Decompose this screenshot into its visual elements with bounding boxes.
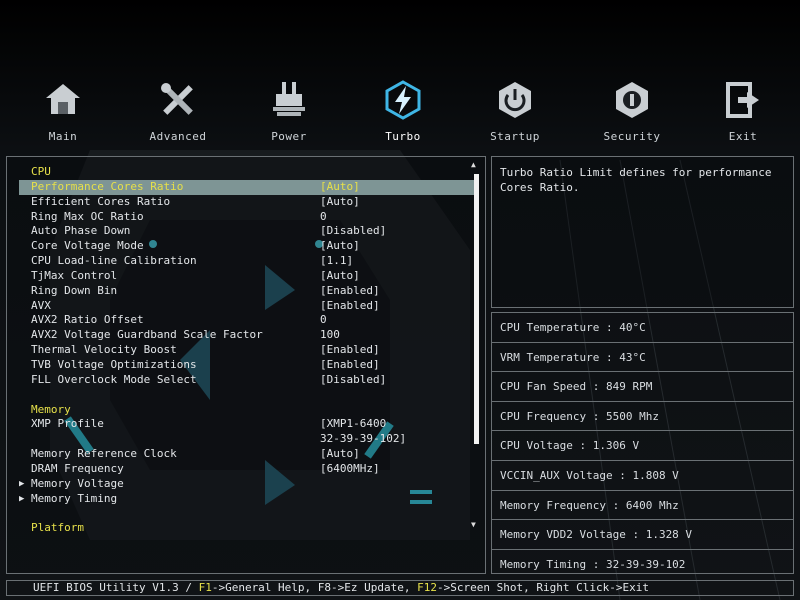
nav-tab-label: Advanced: [149, 130, 207, 143]
setting-cpu-load-line-calibration[interactable]: CPU Load-line Calibration [1.1]: [19, 254, 479, 269]
hw-cpu-temperature: CPU Temperature : 40°C: [492, 313, 793, 343]
setting-xmp-profile[interactable]: XMP Profile [XMP1-6400: [19, 417, 479, 432]
home-icon: [46, 84, 80, 114]
setting-ring-max-oc-ratio[interactable]: Ring Max OC Ratio 0: [19, 210, 479, 225]
hw-memory-vdd2-voltage: Memory VDD2 Voltage : 1.328 V: [492, 520, 793, 550]
nav-tab-label: Exit: [728, 130, 758, 143]
setting-performance-cores-ratio[interactable]: Performance Cores Ratio [Auto]: [19, 179, 479, 195]
submenu-arrow-icon: ▶: [19, 493, 25, 504]
setting-tjmax-control[interactable]: TjMax Control [Auto]: [19, 269, 479, 284]
submenu-arrow-icon: ▶: [19, 478, 25, 489]
help-panel: Turbo Ratio Limit defines for performanc…: [491, 156, 794, 308]
nav-tab-label: Power: [271, 130, 307, 143]
setting-auto-phase-down[interactable]: Auto Phase Down [Disabled]: [19, 224, 479, 239]
setting-ring-down-bin[interactable]: Ring Down Bin [Enabled]: [19, 284, 479, 299]
setting-avx[interactable]: AVX [Enabled]: [19, 299, 479, 314]
nav-tab-advanced[interactable]: Advanced: [128, 78, 228, 148]
scroll-up-arrow-icon[interactable]: ▲: [471, 160, 476, 169]
blank-row: [19, 506, 479, 521]
hardware-monitor-panel: CPU Temperature : 40°C VRM Temperature :…: [491, 312, 794, 574]
status-f12-text: ->Screen Shot, Right Click->Exit: [437, 581, 649, 594]
scroll-down-arrow-icon[interactable]: ▼: [471, 520, 476, 529]
section-header-cpu: CPU: [31, 165, 51, 178]
nav-tab-power[interactable]: Power: [239, 78, 339, 148]
setting-avx2-ratio-offset[interactable]: AVX2 Ratio Offset 0: [19, 313, 479, 328]
nav-tab-exit[interactable]: Exit: [693, 78, 793, 148]
startup-icon: [499, 82, 531, 118]
help-text: Turbo Ratio Limit defines for performanc…: [500, 166, 772, 194]
setting-fll-overclock-mode[interactable]: FLL Overclock Mode Select [Disabled]: [19, 373, 479, 388]
status-prefix: UEFI BIOS Utility V1.3 /: [33, 581, 199, 594]
status-f1-text: ->General Help, F8->Ez Update,: [211, 581, 418, 594]
setting-memory-reference-clock[interactable]: Memory Reference Clock [Auto]: [19, 447, 479, 462]
blank-row: [19, 388, 479, 403]
nav-tab-security[interactable]: Security: [582, 78, 682, 148]
top-nav: Main Advanced Power Turbo Startup Securi…: [0, 78, 800, 150]
hw-vrm-temperature: VRM Temperature : 43°C: [492, 343, 793, 373]
tools-icon: [161, 83, 193, 115]
section-header-memory: Memory: [31, 402, 71, 416]
scrollbar-thumb[interactable]: [474, 174, 479, 444]
hw-memory-frequency: Memory Frequency : 6400 Mhz: [492, 491, 793, 521]
setting-avx2-voltage-guardband[interactable]: AVX2 Voltage Guardband Scale Factor 100: [19, 328, 479, 343]
setting-xmp-profile-cont[interactable]: 32-39-39-102]: [19, 432, 479, 447]
lightning-icon: [385, 80, 421, 120]
status-bar: UEFI BIOS Utility V1.3 / F1->General Hel…: [6, 580, 794, 596]
nav-tab-label: Security: [603, 130, 661, 143]
setting-core-voltage-mode[interactable]: Core Voltage Mode [Auto]: [19, 239, 479, 254]
setting-thermal-velocity-boost[interactable]: Thermal Velocity Boost [Enabled]: [19, 343, 479, 358]
nav-tab-label: Turbo: [385, 130, 421, 143]
power-plug-icon: [273, 82, 305, 116]
hw-cpu-voltage: CPU Voltage : 1.306 V: [492, 431, 793, 461]
settings-panel: CPU Performance Cores Ratio [Auto] Effici…: [6, 156, 486, 574]
hw-vccin-aux-voltage: VCCIN_AUX Voltage : 1.808 V: [492, 461, 793, 491]
hw-cpu-fan-speed: CPU Fan Speed : 849 RPM: [492, 372, 793, 402]
nav-tab-label: Startup: [490, 130, 540, 143]
section-header-platform: Platform: [31, 521, 84, 535]
hw-cpu-frequency: CPU Frequency : 5500 Mhz: [492, 402, 793, 432]
settings-list: CPU Performance Cores Ratio [Auto] Effici…: [19, 165, 479, 536]
setting-tvb-voltage-optimizations[interactable]: TVB Voltage Optimizations [Enabled]: [19, 358, 479, 373]
nav-tab-turbo[interactable]: Turbo: [353, 78, 453, 148]
nav-tab-label: Main: [48, 130, 78, 143]
nav-tab-main[interactable]: Main: [13, 78, 113, 148]
submenu-memory-timing[interactable]: ▶ Memory Timing: [19, 492, 479, 507]
submenu-memory-voltage[interactable]: ▶ Memory Voltage: [19, 477, 479, 492]
setting-dram-frequency[interactable]: DRAM Frequency [6400MHz]: [19, 462, 479, 477]
key-f12: F12: [417, 581, 438, 594]
nav-tab-startup[interactable]: Startup: [465, 78, 565, 148]
security-icon: [616, 82, 648, 118]
hw-memory-timing: Memory Timing : 32-39-39-102: [500, 557, 686, 571]
setting-efficient-cores-ratio[interactable]: Efficient Cores Ratio [Auto]: [19, 195, 479, 210]
exit-icon: [726, 82, 759, 118]
key-f1: F1: [198, 581, 212, 594]
